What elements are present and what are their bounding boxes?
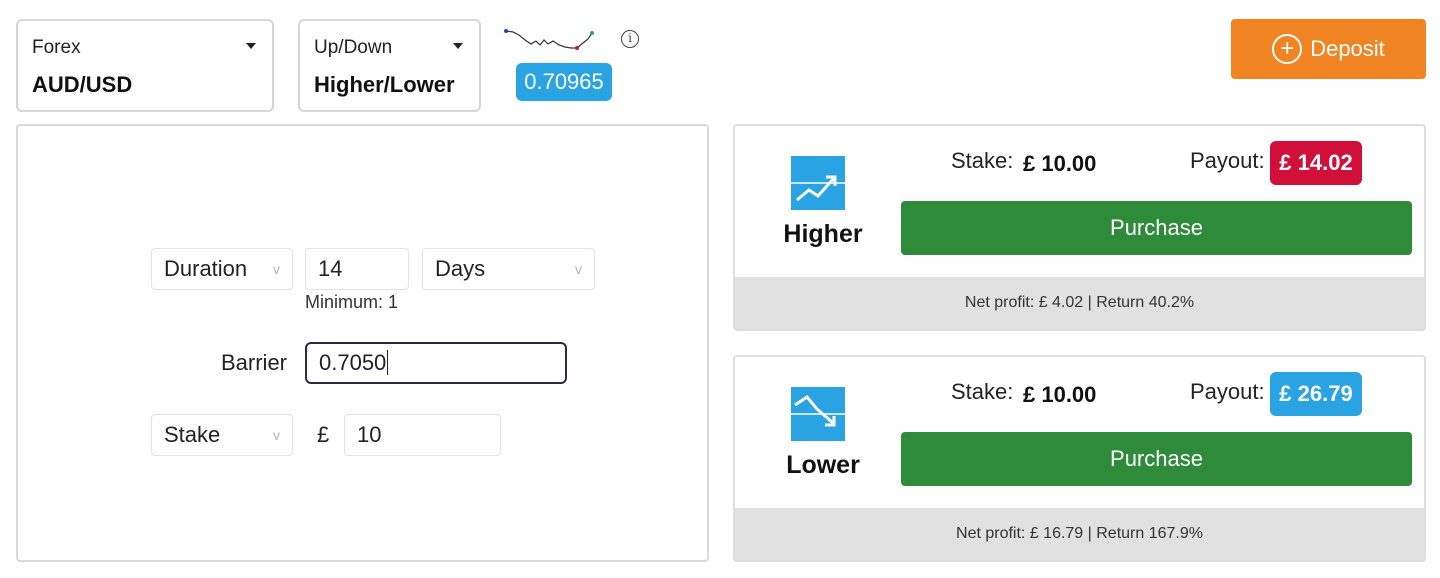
stake-mode-dropdown[interactable]: Stake v: [151, 414, 293, 456]
trend-down-icon: [791, 387, 845, 441]
stake-mode-value: Stake: [164, 422, 221, 447]
payout-badge-lower: £ 26.79: [1270, 372, 1362, 416]
market-symbol: AUD/USD: [32, 72, 133, 97]
chevron-down-icon: v: [273, 427, 280, 443]
spot-price-badge: 0.70965: [516, 63, 612, 101]
stake-label: Stake:: [951, 148, 1014, 173]
duration-minimum-hint: Minimum: 1: [305, 292, 399, 312]
net-profit-lower: Net profit: £ 16.79 | Return 167.9%: [735, 508, 1424, 560]
contract-label-higher: Higher: [783, 220, 863, 248]
stake-amount-input[interactable]: 10: [344, 414, 501, 456]
barrier-input[interactable]: 0.7050: [305, 342, 567, 384]
market-selector[interactable]: Forex AUD/USD: [16, 19, 274, 112]
stake-value: £ 10.00: [1023, 151, 1097, 176]
barrier-label: Barrier: [221, 350, 288, 375]
trade-type-value: Higher/Lower: [314, 72, 455, 97]
duration-unit-dropdown[interactable]: Days v: [422, 248, 595, 290]
trade-form-panel: Duration v 14 Days v Minimum: 1 Barrier …: [16, 124, 709, 562]
deposit-button[interactable]: + Deposit: [1231, 19, 1426, 79]
chevron-down-icon: v: [575, 261, 582, 277]
market-category: Forex: [32, 37, 81, 58]
info-icon[interactable]: i: [621, 30, 639, 48]
barrier-value: 0.7050: [319, 350, 387, 375]
duration-mode-value: Duration: [164, 256, 248, 281]
payout-label: Payout:: [1190, 379, 1265, 404]
stake-label: Stake:: [951, 379, 1014, 404]
trade-type-selector[interactable]: Up/Down Higher/Lower: [298, 19, 481, 112]
price-sparkline: [504, 29, 594, 50]
caret-down-icon: [246, 43, 256, 49]
duration-amount-input[interactable]: 14: [305, 248, 409, 290]
payout-label: Payout:: [1190, 148, 1265, 173]
deposit-label: Deposit: [1310, 36, 1385, 61]
contract-card-lower: Lower Stake: £ 10.00 Payout: £ 26.79 Pur…: [733, 355, 1426, 562]
trend-up-icon: [791, 156, 845, 210]
text-cursor: [387, 350, 389, 375]
purchase-higher-button[interactable]: Purchase: [901, 201, 1412, 255]
trade-type-category: Up/Down: [314, 37, 393, 58]
purchase-lower-button[interactable]: Purchase: [901, 432, 1412, 486]
duration-unit-value: Days: [435, 256, 486, 281]
caret-down-icon: [453, 43, 463, 49]
payout-badge-higher: £ 14.02: [1270, 141, 1362, 185]
trading-page: Forex AUD/USD Up/Down Higher/Lower i 0.7…: [0, 0, 1440, 578]
chevron-down-icon: v: [273, 261, 280, 277]
contract-card-higher: Higher Stake: £ 10.00 Payout: £ 14.02 Pu…: [733, 124, 1426, 331]
contract-label-lower: Lower: [786, 451, 860, 479]
net-profit-higher: Net profit: £ 4.02 | Return 40.2%: [735, 277, 1424, 329]
currency-symbol: £: [317, 422, 330, 447]
duration-mode-dropdown[interactable]: Duration v: [151, 248, 293, 290]
plus-circle-icon: +: [1272, 34, 1303, 64]
stake-value: £ 10.00: [1023, 382, 1097, 407]
